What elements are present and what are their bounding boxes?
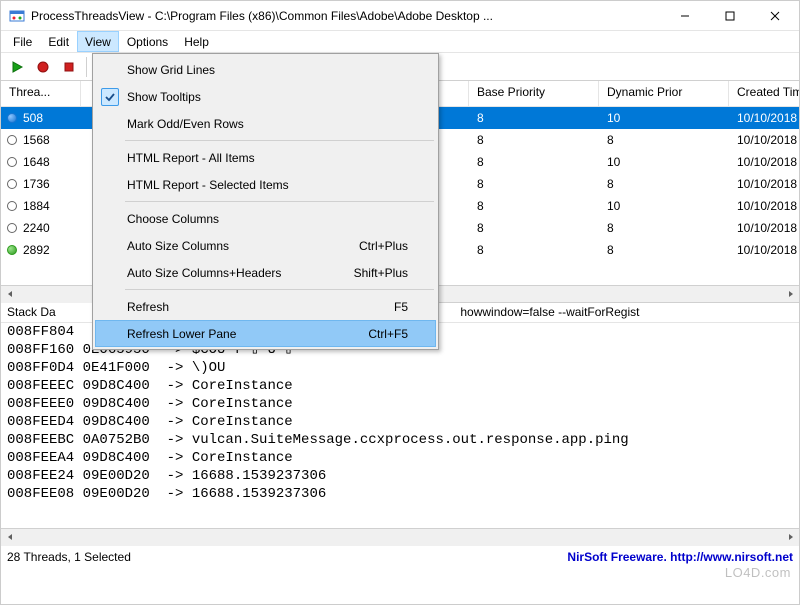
minimize-button[interactable]: [662, 1, 707, 30]
cell-created: 10/10/2018: [729, 177, 799, 191]
cell-base-priority: 8: [469, 243, 599, 257]
window-title: ProcessThreadsView - C:\Program Files (x…: [31, 9, 662, 23]
cell-dynamic-priority: 10: [599, 199, 729, 213]
cell-dynamic-priority: 10: [599, 111, 729, 125]
cell-dynamic-priority: 8: [599, 133, 729, 147]
cell-base-priority: 8: [469, 111, 599, 125]
cell-dynamic-priority: 8: [599, 177, 729, 191]
close-button[interactable]: [752, 1, 797, 30]
thread-id: 1568: [23, 133, 50, 147]
thread-status-icon: [7, 135, 17, 145]
maximize-button[interactable]: [707, 1, 752, 30]
menu-file[interactable]: File: [5, 31, 40, 52]
menu-auto-size-columns-headers[interactable]: Auto Size Columns+HeadersShift+Plus: [95, 259, 436, 286]
menu-help[interactable]: Help: [176, 31, 217, 52]
menu-auto-size-columns[interactable]: Auto Size ColumnsCtrl+Plus: [95, 232, 436, 259]
thread-id: 1884: [23, 199, 50, 213]
col-dynamic-priority[interactable]: Dynamic Prior: [599, 81, 729, 106]
thread-status-icon: [7, 157, 17, 167]
col-created[interactable]: Created Tim: [729, 81, 799, 106]
menu-separator: [125, 201, 434, 202]
stack-lines: 008FF804 008FF160 0E065950 -> $COU f-▯ U…: [1, 323, 799, 528]
toolbar-separator: [86, 57, 87, 77]
play-button[interactable]: [5, 55, 29, 79]
cell-created: 10/10/2018: [729, 111, 799, 125]
menu-separator: [125, 140, 434, 141]
cell-created: 10/10/2018: [729, 243, 799, 257]
thread-status-icon: [7, 245, 17, 255]
status-right[interactable]: NirSoft Freeware. http://www.nirsoft.net: [567, 550, 793, 564]
menu-edit[interactable]: Edit: [40, 31, 77, 52]
thread-status-icon: [7, 223, 17, 233]
thread-status-icon: [7, 201, 17, 211]
scroll-left-icon[interactable]: [1, 529, 18, 546]
cell-created: 10/10/2018: [729, 133, 799, 147]
titlebar: ProcessThreadsView - C:\Program Files (x…: [1, 1, 799, 31]
thread-id: 1736: [23, 177, 50, 191]
app-icon: [9, 8, 25, 24]
menu-refresh-lower-pane[interactable]: Refresh Lower PaneCtrl+F5: [95, 320, 436, 347]
menu-html-selected[interactable]: HTML Report - Selected Items: [95, 171, 436, 198]
thread-status-icon: [7, 179, 17, 189]
thread-id: 1648: [23, 155, 50, 169]
cell-created: 10/10/2018: [729, 221, 799, 235]
menu-html-all[interactable]: HTML Report - All Items: [95, 144, 436, 171]
menu-mark-odd-even[interactable]: Mark Odd/Even Rows: [95, 110, 436, 137]
menu-view[interactable]: View: [77, 31, 119, 52]
cell-base-priority: 8: [469, 199, 599, 213]
cell-base-priority: 8: [469, 221, 599, 235]
col-thread[interactable]: Threa...: [1, 81, 81, 106]
menu-options[interactable]: Options: [119, 31, 176, 52]
thread-id: 2892: [23, 243, 50, 257]
col-base-priority[interactable]: Base Priority: [469, 81, 599, 106]
cell-created: 10/10/2018: [729, 155, 799, 169]
watermark: LO4D.com: [725, 565, 791, 580]
stack-header: Stack Da: [7, 305, 56, 319]
scroll-left-icon[interactable]: [1, 286, 18, 303]
cell-dynamic-priority: 8: [599, 221, 729, 235]
cell-base-priority: 8: [469, 133, 599, 147]
cell-base-priority: 8: [469, 177, 599, 191]
status-left: 28 Threads, 1 Selected: [7, 550, 131, 564]
stop-button[interactable]: [57, 55, 81, 79]
stack-header-tail: howwindow=false --waitForRegist: [460, 305, 639, 319]
scroll-right-icon[interactable]: [782, 529, 799, 546]
menubar: File Edit View Options Help: [1, 31, 799, 53]
cell-dynamic-priority: 10: [599, 155, 729, 169]
cell-base-priority: 8: [469, 155, 599, 169]
check-icon: [101, 88, 119, 106]
thread-id: 2240: [23, 221, 50, 235]
stack-hscroll[interactable]: [1, 528, 799, 545]
menu-show-tooltips[interactable]: Show Tooltips: [95, 83, 436, 110]
menu-show-grid-lines[interactable]: Show Grid Lines: [95, 56, 436, 83]
cell-dynamic-priority: 8: [599, 243, 729, 257]
record-button[interactable]: [31, 55, 55, 79]
menu-separator: [125, 289, 434, 290]
status-bar: 28 Threads, 1 Selected NirSoft Freeware.…: [1, 545, 799, 567]
thread-status-icon: [7, 113, 17, 123]
menu-refresh[interactable]: RefreshF5: [95, 293, 436, 320]
view-dropdown: Show Grid Lines Show Tooltips Mark Odd/E…: [92, 53, 439, 350]
cell-created: 10/10/2018: [729, 199, 799, 213]
menu-choose-columns[interactable]: Choose Columns: [95, 205, 436, 232]
scroll-right-icon[interactable]: [782, 286, 799, 303]
thread-id: 508: [23, 111, 43, 125]
